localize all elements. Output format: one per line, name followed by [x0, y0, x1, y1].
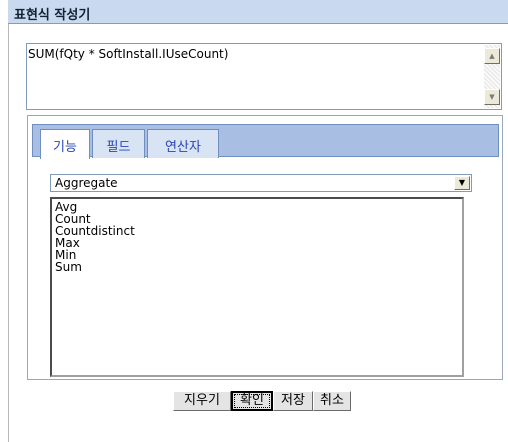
function-listbox[interactable]: Avg Count Countdistinct Max Min Sum	[50, 197, 464, 377]
list-item[interactable]: Avg	[55, 201, 459, 213]
button-bar: 지우기 확인 저장 취소	[173, 391, 373, 411]
window-left-border	[8, 0, 9, 442]
expression-text: SUM(fQty * SoftInstall.IUseCount)	[28, 47, 229, 61]
list-item[interactable]: Sum	[55, 261, 459, 273]
scroll-up-icon[interactable]: ▲	[484, 48, 500, 64]
list-item[interactable]: Countdistinct	[55, 225, 459, 237]
tab-strip: 기능 필드 연산자	[32, 124, 499, 159]
list-item[interactable]: Min	[55, 249, 459, 261]
scroll-down-icon[interactable]: ▼	[484, 89, 500, 105]
category-select[interactable]: Aggregate ▼	[50, 174, 472, 192]
save-button[interactable]: 저장	[273, 391, 313, 411]
tab-functions[interactable]: 기능	[40, 129, 90, 159]
tab-fields[interactable]: 필드	[92, 129, 145, 158]
ok-button[interactable]: 확인	[231, 391, 273, 411]
cancel-button[interactable]: 취소	[313, 391, 351, 411]
category-select-value: Aggregate	[55, 176, 118, 190]
title-bar: 표현식 작성기	[8, 0, 508, 24]
clear-button[interactable]: 지우기	[173, 391, 231, 411]
list-item[interactable]: Max	[55, 237, 459, 249]
dialog-title: 표현식 작성기	[14, 8, 91, 23]
dropdown-arrow-icon[interactable]: ▼	[454, 176, 470, 190]
tab-operators[interactable]: 연산자	[147, 129, 219, 158]
expression-textarea[interactable]: SUM(fQty * SoftInstall.IUseCount) ▲ ▼	[26, 43, 502, 110]
expression-scrollbar[interactable]: ▲ ▼	[484, 45, 500, 108]
